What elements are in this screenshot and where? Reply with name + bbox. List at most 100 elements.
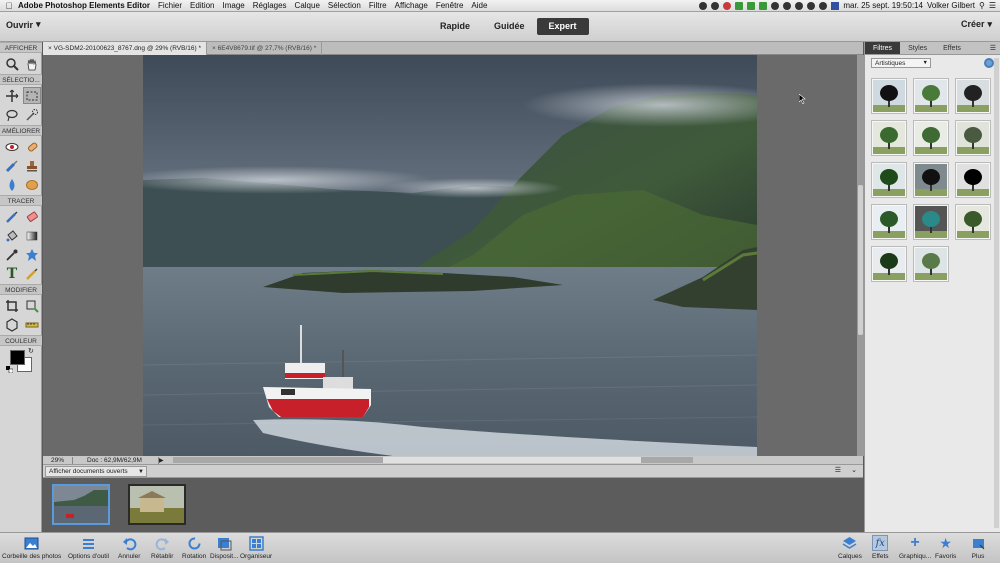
menu-calque[interactable]: Calque xyxy=(295,1,320,10)
list-icon[interactable]: ☰ xyxy=(989,1,996,10)
bin-source-dropdown[interactable]: Afficher documents ouverts ▼ xyxy=(45,466,147,477)
zoom-tool-icon[interactable] xyxy=(3,55,21,72)
paint-bucket-tool-icon[interactable] xyxy=(3,227,21,244)
undo-button[interactable]: Annuler xyxy=(118,535,140,560)
redo-button[interactable]: Rétablir xyxy=(151,535,173,560)
brush-tool-icon[interactable] xyxy=(3,208,21,225)
app-menu[interactable]: Adobe Photoshop Elements Editor xyxy=(18,1,150,10)
effects-button[interactable]: fx Effets xyxy=(872,535,889,560)
filter-thumbnail[interactable] xyxy=(955,162,991,198)
spot-healing-tool-icon[interactable] xyxy=(23,138,41,155)
marquee-tool-icon[interactable] xyxy=(23,87,41,104)
panel-menu-icon[interactable]: ☰ xyxy=(990,42,1000,54)
smart-brush-tool-icon[interactable] xyxy=(3,157,21,174)
menu-fenetre[interactable]: Fenêtre xyxy=(436,1,464,10)
user-name[interactable]: Volker Gilbert xyxy=(927,1,975,10)
bin-thumbnail-boat[interactable] xyxy=(52,484,110,525)
document-image[interactable] xyxy=(143,55,757,456)
menu-image[interactable]: Image xyxy=(223,1,245,10)
flag-icon[interactable] xyxy=(831,1,840,10)
wifi-icon[interactable] xyxy=(819,1,828,10)
tab-filtres[interactable]: Filtres xyxy=(865,42,901,54)
hand-tool-icon[interactable] xyxy=(23,55,41,72)
bluetooth-icon[interactable] xyxy=(783,1,792,10)
layers-button[interactable]: Calques xyxy=(838,535,862,560)
filter-thumbnail[interactable] xyxy=(913,246,949,282)
lasso-tool-icon[interactable] xyxy=(3,106,21,123)
filter-thumbnail[interactable] xyxy=(871,204,907,240)
search-icon[interactable]: ⚲ xyxy=(979,1,985,10)
timer-icon[interactable] xyxy=(711,1,720,10)
menu-edition[interactable]: Edition xyxy=(190,1,214,10)
status-icon-2[interactable] xyxy=(747,1,756,10)
sponge-tool-icon[interactable] xyxy=(23,176,41,193)
document-tab-active[interactable]: × VG-SDM2-20100623_8767.dng @ 29% (RVB/1… xyxy=(43,42,208,55)
photo-bin-button[interactable]: Corbeille des photos xyxy=(2,535,61,560)
filter-thumbnail[interactable] xyxy=(871,246,907,282)
zoom-field[interactable]: 29% xyxy=(43,456,73,464)
straighten-tool-icon[interactable] xyxy=(23,316,41,333)
create-button[interactable]: Créer ▾ xyxy=(961,19,992,30)
menu-filtre[interactable]: Filtre xyxy=(369,1,387,10)
status-icon[interactable] xyxy=(735,1,744,10)
menu-selection[interactable]: Sélection xyxy=(328,1,361,10)
volume-icon[interactable] xyxy=(807,1,816,10)
tab-guidee[interactable]: Guidée xyxy=(482,18,537,35)
filter-thumbnail[interactable] xyxy=(913,78,949,114)
default-colors-icon[interactable] xyxy=(6,366,13,373)
menu-reglages[interactable]: Réglages xyxy=(253,1,287,10)
canvas-area[interactable] xyxy=(43,55,857,456)
scroll-thumb[interactable] xyxy=(383,457,641,463)
filter-thumbnail[interactable] xyxy=(871,162,907,198)
close-icon[interactable]: × xyxy=(212,45,216,52)
more-button[interactable]: Plus xyxy=(970,535,986,560)
red-eye-tool-icon[interactable] xyxy=(3,138,21,155)
close-icon[interactable]: × xyxy=(48,45,52,52)
chevron-down-icon[interactable]: ⌄ xyxy=(851,466,857,474)
filter-thumbnail[interactable] xyxy=(913,162,949,198)
crop-tool-icon[interactable] xyxy=(3,297,21,314)
recompose-tool-icon[interactable] xyxy=(23,297,41,314)
foreground-color[interactable] xyxy=(10,350,25,365)
vertical-scrollbar[interactable] xyxy=(857,55,864,456)
document-tab-inactive[interactable]: × 6E4V8679.tif @ 27,7% (RVB/16) * xyxy=(207,42,323,55)
text-tool-icon[interactable]: T xyxy=(3,265,21,282)
scroll-thumb[interactable] xyxy=(858,185,863,335)
move-tool-icon[interactable] xyxy=(3,87,21,104)
content-move-tool-icon[interactable] xyxy=(3,316,21,333)
favorites-button[interactable]: ★ Favoris xyxy=(935,535,956,561)
clone-stamp-tool-icon[interactable] xyxy=(23,157,41,174)
display-icon[interactable] xyxy=(771,1,780,10)
pencil-tool-icon[interactable] xyxy=(23,265,41,282)
organizer-button[interactable]: Organiseur xyxy=(240,535,272,560)
menu-aide[interactable]: Aide xyxy=(471,1,487,10)
tool-options-button[interactable]: Options d'outil xyxy=(68,535,109,560)
filter-thumbnail[interactable] xyxy=(871,120,907,156)
filter-thumbnail[interactable] xyxy=(871,78,907,114)
clock-readout[interactable]: mar. 25 sept. 19:50:14 xyxy=(843,1,923,10)
custom-shape-tool-icon[interactable] xyxy=(23,246,41,263)
bin-thumbnail-ruins[interactable] xyxy=(128,484,186,525)
tab-expert[interactable]: Expert xyxy=(536,18,589,35)
tab-rapide[interactable]: Rapide xyxy=(428,18,482,35)
blur-tool-icon[interactable] xyxy=(3,176,21,193)
filter-category-dropdown[interactable]: Artistiques ▼ xyxy=(871,58,931,68)
apple-icon[interactable]:  xyxy=(0,1,18,11)
graphics-button[interactable]: + Graphiqu... xyxy=(899,535,931,561)
filter-thumbnail[interactable] xyxy=(913,204,949,240)
gradient-tool-icon[interactable] xyxy=(23,227,41,244)
status-menu-icon[interactable]: ▶ xyxy=(159,457,167,464)
rotate-button[interactable]: Rotation xyxy=(182,535,206,560)
layout-button[interactable]: Disposit... xyxy=(210,535,239,560)
horizontal-scrollbar[interactable] xyxy=(173,457,693,463)
panel-scrollbar[interactable] xyxy=(994,58,999,528)
record-icon[interactable] xyxy=(723,1,732,10)
filter-thumbnail[interactable] xyxy=(955,78,991,114)
tab-effets[interactable]: Effets xyxy=(935,42,969,54)
gear-icon[interactable] xyxy=(984,58,994,68)
bin-menu-icon[interactable]: ☰ xyxy=(835,466,841,474)
eraser-tool-icon[interactable] xyxy=(23,208,41,225)
eyedropper-tool-icon[interactable] xyxy=(3,246,21,263)
swap-colors-icon[interactable]: ↻ xyxy=(28,347,34,355)
tab-styles[interactable]: Styles xyxy=(900,42,935,54)
